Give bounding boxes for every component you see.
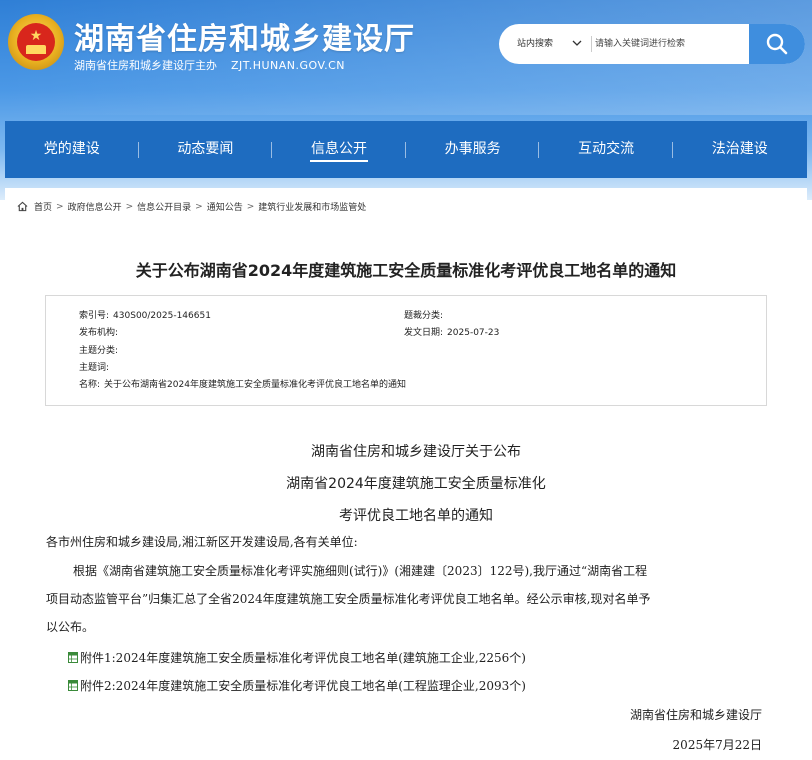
breadcrumb-home[interactable]: 首页 xyxy=(34,200,52,213)
meta-date: 发文日期: 2025-07-23 xyxy=(404,328,500,338)
attachment-1-link[interactable]: 附件1:2024年度建筑施工安全质量标准化考评优良工地名单(建筑施工企业,225… xyxy=(80,649,526,666)
site-subtitle: 湖南省住房和城乡建设厅主办 ZJT.HUNAN.GOV.CN xyxy=(74,57,345,73)
meta-index: 索引号: 430S00/2025-146651 xyxy=(79,311,211,321)
site-domain: ZJT.HUNAN.GOV.CN xyxy=(231,59,345,72)
chevron-down-icon[interactable] xyxy=(572,38,582,48)
search-divider xyxy=(591,36,592,52)
search-scope-select[interactable]: 站内搜索 xyxy=(517,24,553,64)
meta-keyword: 主题词: xyxy=(79,363,110,373)
attachment-1[interactable]: 附件1:2024年度建筑施工安全质量标准化考评优良工地名单(建筑施工企业,225… xyxy=(68,649,526,666)
home-icon[interactable] xyxy=(17,201,28,212)
search-input[interactable] xyxy=(595,24,745,64)
body-line-1: 根据《湖南省建筑施工安全质量标准化考评实施细则(试行)》(湘建建〔2023〕12… xyxy=(73,564,648,578)
nav-item-info-disclosure[interactable]: 信息公开 xyxy=(272,121,406,178)
body-line-3: 以公布。 xyxy=(46,620,95,634)
breadcrumb-department[interactable]: 建筑行业发展和市场监管处 xyxy=(258,200,366,213)
breadcrumb-catalog[interactable]: 信息公开目录 xyxy=(137,200,191,213)
meta-name: 名称: 关于公布湖南省2024年度建筑施工安全质量标准化考评优良工地名单的通知 xyxy=(79,380,406,390)
nav-item-party-building[interactable]: 党的建设 xyxy=(5,121,139,178)
metadata-box: 索引号: 430S00/2025-146651 题裁分类: 发布机构: 发文日期:… xyxy=(45,295,767,406)
national-emblem-icon[interactable]: ★ xyxy=(8,14,64,70)
breadcrumb: 首页 > 政府信息公开 > 信息公开目录 > 通知公告 > 建筑行业发展和市场监… xyxy=(17,200,366,213)
body-line-2: 项目动态监管平台”归集汇总了全省2024年度建筑施工安全质量标准化考评优良工地名… xyxy=(46,592,651,606)
search-button[interactable] xyxy=(749,24,805,64)
breadcrumb-notices[interactable]: 通知公告 xyxy=(207,200,243,213)
article-title: 关于公布湖南省2024年度建筑施工安全质量标准化考评优良工地名单的通知 xyxy=(135,261,677,280)
attachment-2[interactable]: 附件2:2024年度建筑施工安全质量标准化考评优良工地名单(工程监理企业,209… xyxy=(68,677,526,694)
site-header: ★ 湖南省住房和城乡建设厅 湖南省住房和城乡建设厅主办 ZJT.HUNAN.GOV… xyxy=(0,0,812,200)
main-nav: 党的建设 动态要闻 信息公开 办事服务 互动交流 法治建设 xyxy=(5,121,807,178)
attachment-2-link[interactable]: 附件2:2024年度建筑施工安全质量标准化考评优良工地名单(工程监理企业,209… xyxy=(80,677,526,694)
spreadsheet-file-icon xyxy=(68,652,78,663)
search-box: 站内搜索 xyxy=(499,24,805,64)
site-title[interactable]: 湖南省住房和城乡建设厅 xyxy=(74,14,415,58)
nav-item-news[interactable]: 动态要闻 xyxy=(139,121,273,178)
nav-item-services[interactable]: 办事服务 xyxy=(406,121,540,178)
meta-publisher: 发布机构: xyxy=(79,328,119,338)
doc-heading-line-1: 湖南省住房和城乡建设厅关于公布 xyxy=(311,444,521,460)
meta-category: 题裁分类: xyxy=(404,311,444,321)
site-organizer: 湖南省住房和城乡建设厅主办 xyxy=(74,59,217,72)
meta-topic: 主题分类: xyxy=(79,346,119,356)
nav-item-interaction[interactable]: 互动交流 xyxy=(539,121,673,178)
nav-item-rule-of-law[interactable]: 法治建设 xyxy=(673,121,807,178)
doc-heading-line-3: 考评优良工地名单的通知 xyxy=(339,508,493,524)
doc-heading-line-2: 湖南省2024年度建筑施工安全质量标准化 xyxy=(286,476,546,492)
signature: 湖南省住房和城乡建设厅 xyxy=(629,708,762,722)
breadcrumb-gov-info[interactable]: 政府信息公开 xyxy=(68,200,122,213)
spreadsheet-file-icon xyxy=(68,680,78,691)
search-icon xyxy=(766,33,788,55)
salutation: 各市州住房和城乡建设局,湘江新区开发建设局,各有关单位: xyxy=(46,535,358,549)
active-underline xyxy=(310,160,368,162)
sign-date: 2025年7月22日 xyxy=(672,738,762,752)
